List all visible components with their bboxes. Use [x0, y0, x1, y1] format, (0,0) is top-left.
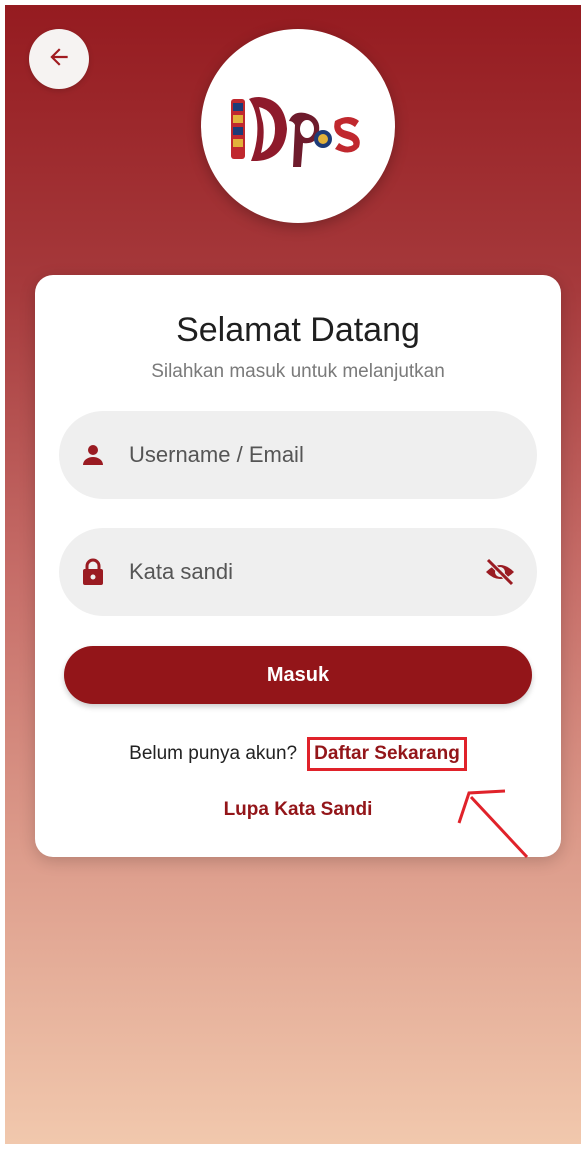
back-button[interactable] — [29, 29, 89, 89]
arrow-left-icon — [46, 44, 72, 75]
register-link[interactable]: Daftar Sekarang — [307, 737, 467, 771]
password-field[interactable] — [59, 528, 537, 616]
eye-off-icon[interactable] — [483, 558, 517, 586]
lock-icon — [81, 558, 105, 585]
login-button[interactable]: Masuk — [64, 646, 532, 704]
login-card: Selamat Datang Silahkan masuk untuk mela… — [35, 275, 561, 857]
login-screen: Selamat Datang Silahkan masuk untuk mela… — [5, 5, 581, 1144]
person-icon — [81, 442, 105, 468]
annotation-arrow-icon — [457, 789, 529, 859]
page-title: Selamat Datang — [176, 311, 420, 349]
logo-image — [231, 97, 360, 167]
username-field[interactable] — [59, 411, 537, 499]
app-logo — [201, 29, 395, 223]
page-subtitle: Silahkan masuk untuk melanjutkan — [151, 361, 445, 382]
register-question: Belum punya akun? — [129, 743, 298, 764]
password-input[interactable] — [129, 528, 483, 616]
register-row: Belum punya akun? Daftar Sekarang — [35, 737, 561, 771]
username-input[interactable] — [129, 411, 537, 499]
